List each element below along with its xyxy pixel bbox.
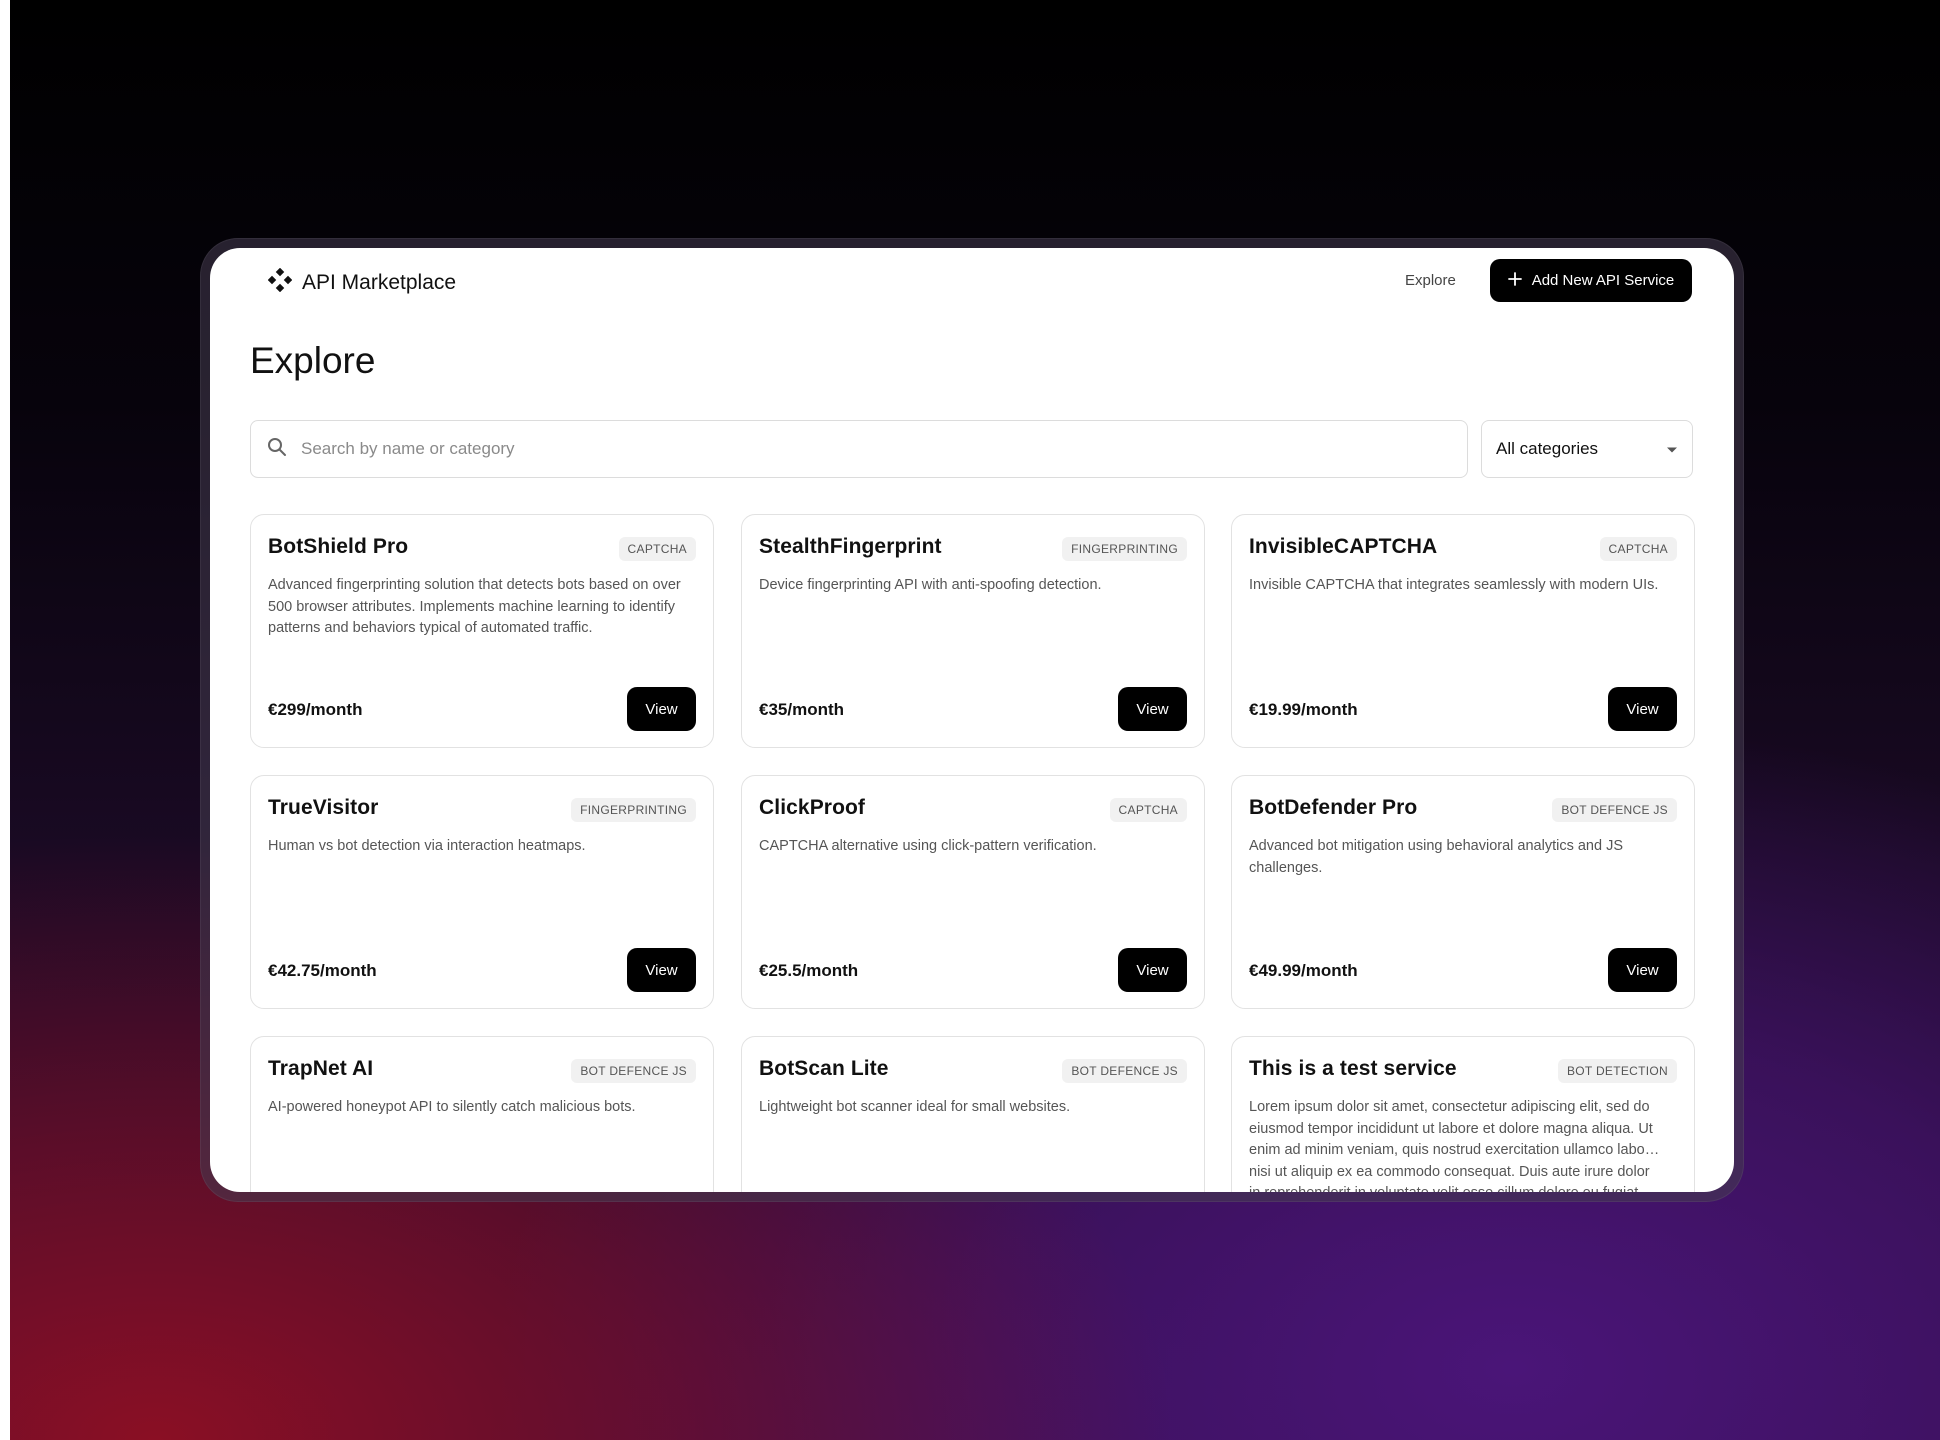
- card-description: Invisible CAPTCHA that integrates seamle…: [1249, 577, 1659, 593]
- service-card[interactable]: This is a test service BOT DETECTION Lor…: [1231, 1036, 1695, 1192]
- search-input[interactable]: [299, 438, 1403, 460]
- description-line: eiusmod tempor incididunt ut labore et d…: [1249, 1120, 1653, 1137]
- card-price: €42.75/month: [268, 961, 377, 980]
- card-price: €35/month: [759, 700, 845, 719]
- search-box[interactable]: [250, 420, 1468, 478]
- card-description: Advanced fingerprinting solution that de…: [268, 577, 681, 636]
- search-icon: [267, 437, 287, 462]
- app-window: API Marketplace Explore Add New API Serv…: [210, 248, 1734, 1192]
- category-select[interactable]: All categories: [1481, 420, 1693, 478]
- category-select-value: All categories: [1496, 439, 1599, 458]
- card-price: €19.99/month: [1249, 700, 1358, 719]
- diamond-cluster-icon: [267, 267, 293, 297]
- card-title: ClickProof: [759, 796, 866, 819]
- card-title: TrapNet AI: [268, 1057, 374, 1080]
- category-badge: BOT DEFENCE JS: [1552, 798, 1677, 822]
- card-title: StealthFingerprint: [759, 535, 942, 558]
- category-badge: CAPTCHA: [618, 537, 696, 561]
- service-card[interactable]: BotScan Lite BOT DEFENCE JS Lightweight …: [741, 1036, 1205, 1192]
- description-line: in reprehenderit in voluptate velit esse…: [1249, 1183, 1679, 1192]
- card-description: Device fingerprinting API with anti-spoo…: [759, 577, 1102, 593]
- view-button[interactable]: View: [627, 687, 696, 731]
- card-title: BotShield Pro: [268, 535, 409, 558]
- view-button[interactable]: View: [627, 948, 696, 992]
- service-card[interactable]: BotShield Pro CAPTCHA Advanced fingerpri…: [250, 514, 714, 748]
- card-price: €25.5/month: [759, 961, 859, 980]
- top-navigation: API Marketplace Explore Add New API Serv…: [210, 248, 1734, 314]
- view-button[interactable]: View: [1608, 687, 1677, 731]
- view-button[interactable]: View: [1118, 948, 1187, 992]
- card-description: Advanced bot mitigation using behavioral…: [1249, 838, 1624, 876]
- card-title: This is a test service: [1249, 1057, 1457, 1080]
- category-badge: CAPTCHA: [1109, 798, 1187, 822]
- service-card[interactable]: StealthFingerprint FINGERPRINTING Device…: [741, 514, 1205, 748]
- card-title: BotDefender Pro: [1249, 796, 1418, 819]
- card-title: TrueVisitor: [268, 796, 379, 819]
- card-price: €299/month: [268, 700, 363, 719]
- view-button[interactable]: View: [1118, 687, 1187, 731]
- page-title: Explore: [250, 340, 376, 381]
- service-card[interactable]: BotDefender Pro BOT DEFENCE JS Advanced …: [1231, 775, 1695, 1009]
- service-card[interactable]: ClickProof CAPTCHA CAPTCHA alternative u…: [741, 775, 1205, 1009]
- card-description: Lightweight bot scanner ideal for small …: [759, 1099, 1071, 1115]
- category-badge: BOT DETECTION: [1557, 1059, 1677, 1083]
- service-card[interactable]: InvisibleCAPTCHA CAPTCHA Invisible CAPTC…: [1231, 514, 1695, 748]
- category-badge: FINGERPRINTING: [571, 798, 696, 822]
- nav-explore-link[interactable]: Explore: [1405, 272, 1456, 289]
- category-badge: CAPTCHA: [1599, 537, 1677, 561]
- brand-name: API Marketplace: [302, 270, 457, 294]
- card-price: €49.99/month: [1249, 961, 1358, 980]
- category-badge: BOT DEFENCE JS: [571, 1059, 696, 1083]
- card-description: Lorem ipsum dolor sit amet, consectetur …: [1249, 1097, 1679, 1192]
- brand[interactable]: API Marketplace: [267, 267, 457, 297]
- caret-down-icon: [1666, 439, 1678, 459]
- category-badge: FINGERPRINTING: [1062, 537, 1187, 561]
- left-edge-strip: [0, 0, 10, 1440]
- card-description: CAPTCHA alternative using click-pattern …: [759, 838, 1097, 854]
- view-button[interactable]: View: [1608, 948, 1677, 992]
- card-title: BotScan Lite: [759, 1057, 889, 1080]
- add-new-api-service-button[interactable]: Add New API Service: [1490, 259, 1692, 302]
- category-badge: BOT DEFENCE JS: [1062, 1059, 1187, 1083]
- service-card[interactable]: TrueVisitor FINGERPRINTING Human vs bot …: [250, 775, 714, 1009]
- description-line: Lorem ipsum dolor sit amet, consectetur …: [1249, 1099, 1650, 1115]
- service-card[interactable]: TrapNet AI BOT DEFENCE JS AI-powered hon…: [250, 1036, 714, 1192]
- description-line: enim ad minim veniam, quis nostrud exerc…: [1249, 1142, 1660, 1158]
- add-button-label: Add New API Service: [1531, 272, 1675, 289]
- plus-icon: [1507, 271, 1522, 290]
- card-description: AI-powered honeypot API to silently catc…: [268, 1099, 636, 1115]
- description-line: nisi ut aliquip ex ea commodo consequat.…: [1249, 1163, 1650, 1180]
- card-description: Human vs bot detection via interaction h…: [268, 838, 586, 854]
- card-title: InvisibleCAPTCHA: [1249, 535, 1438, 558]
